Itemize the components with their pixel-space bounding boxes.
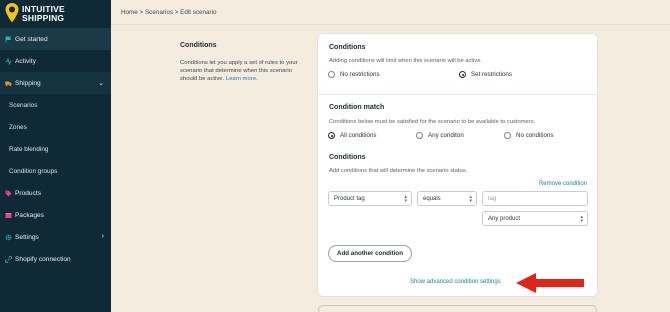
add-another-condition-button[interactable]: Add another condition [328, 245, 412, 262]
gear-icon [5, 234, 12, 241]
condition-match-heading: Condition match [329, 104, 385, 111]
sidebar-item-settings[interactable]: Settings › [0, 226, 111, 248]
radio-label: Set restrictions [471, 71, 512, 78]
condition-match-description: Conditions below must be satisfied for t… [329, 119, 536, 125]
radio-label: No conditions [516, 132, 554, 139]
sidebar-item-products[interactable]: Products [0, 182, 111, 204]
link-icon [5, 255, 12, 263]
product-select[interactable]: Any product ▴ ▾ [482, 211, 588, 226]
sidebar-item-label: Condition groups [9, 167, 58, 175]
flag-icon [5, 36, 12, 43]
sidebar-item-rate-blending[interactable]: Rate blending [0, 138, 111, 160]
sidebar-item-label: Shopify connection [15, 255, 71, 263]
sidebar-item-label: Packages [15, 211, 44, 219]
radio-button[interactable] [328, 71, 335, 78]
sidebar-item-scenarios[interactable]: Scenarios [0, 94, 111, 116]
select-value: equals [423, 195, 441, 202]
sidebar-item-label: Rate blending [9, 145, 49, 153]
sidebar-item-label: Get started [15, 35, 48, 43]
condition-field-select[interactable]: Product tag ▴ ▾ [328, 191, 412, 206]
radio-button[interactable] [504, 132, 511, 139]
logo[interactable]: INTUITIVE SHIPPING [3, 3, 109, 26]
sidebar-item-condition-groups[interactable]: Condition groups [0, 160, 111, 182]
radio-label: Any conditon [428, 132, 464, 139]
learn-more-link[interactable]: Learn more. [226, 76, 258, 82]
radio-set-restrictions[interactable]: Set restrictions [459, 71, 512, 78]
radio-any-condition[interactable]: Any conditon [416, 132, 464, 139]
sidebar-item-packages[interactable]: Packages [0, 204, 111, 226]
conditions-card: Conditions Adding conditions will limit … [318, 34, 597, 296]
divider [318, 94, 597, 95]
radio-button-selected[interactable] [459, 71, 466, 78]
tag-icon [5, 190, 12, 197]
input-placeholder: tag [488, 195, 497, 202]
chevron-down-icon: ⌄ [98, 80, 104, 87]
radio-no-conditions[interactable]: No conditions [504, 132, 554, 139]
show-advanced-settings-link[interactable]: Show advanced condition settings [410, 279, 501, 285]
sidebar: INTUITIVE SHIPPING Get started Activity … [0, 0, 111, 312]
select-arrows-icon: ▴ ▾ [404, 194, 407, 204]
chevron-right-icon: › [101, 233, 104, 240]
select-arrows-icon: ▴ ▾ [580, 214, 583, 224]
radio-label: No restrictions [340, 71, 380, 78]
conditions-heading: Conditions [329, 44, 366, 51]
section-description: Conditions let you apply a set of rules … [180, 59, 308, 83]
sidebar-item-label: Activity [15, 57, 36, 65]
section-title: Conditions [180, 42, 217, 49]
sidebar-item-shopify-connection[interactable]: Shopify connection [0, 248, 111, 270]
sidebar-item-zones[interactable]: Zones [0, 116, 111, 138]
sidebar-item-shipping[interactable]: Shipping ⌄ [0, 72, 111, 94]
radio-label: All conditions [340, 132, 377, 139]
logo-line-2: SHIPPING [22, 13, 65, 23]
breadcrumb[interactable]: Home > Scenarios > Edit scenario [121, 9, 217, 16]
next-card-edge [318, 305, 597, 312]
conditions-list-description: Add conditions that will determine the s… [329, 168, 468, 174]
truck-icon [5, 80, 12, 87]
map-pin-icon [5, 3, 19, 23]
radio-all-conditions[interactable]: All conditions [328, 132, 376, 139]
sidebar-item-activity[interactable]: Activity [0, 50, 111, 72]
sidebar-item-label: Settings [15, 233, 39, 241]
sidebar-item-get-started[interactable]: Get started [0, 28, 111, 50]
sidebar-nav: Get started Activity Shipping ⌄ Scenario… [0, 28, 111, 270]
select-value: Any product [488, 215, 521, 222]
sidebar-item-label: Scenarios [9, 101, 38, 109]
radio-no-restrictions[interactable]: No restrictions [328, 71, 380, 78]
logo-text: INTUITIVE SHIPPING [22, 5, 65, 23]
tag-input[interactable]: tag [482, 191, 588, 206]
select-arrows-icon: ▴ ▾ [469, 194, 472, 204]
sidebar-item-label: Zones [9, 123, 27, 131]
annotation-arrow-icon [516, 273, 584, 293]
conditions-description: Adding conditions will limit when this s… [329, 58, 483, 64]
sidebar-item-label: Products [15, 189, 42, 197]
header-divider [111, 24, 670, 25]
conditions-list-heading: Conditions [329, 154, 366, 161]
select-value: Product tag [334, 195, 365, 202]
radio-button[interactable] [416, 132, 423, 139]
sidebar-item-label: Shipping [15, 79, 41, 87]
condition-operator-select[interactable]: equals ▴ ▾ [417, 191, 477, 206]
activity-icon [5, 57, 12, 65]
remove-condition-link[interactable]: Remove condition [539, 181, 587, 187]
radio-button-selected[interactable] [328, 132, 335, 139]
package-icon [5, 212, 12, 219]
